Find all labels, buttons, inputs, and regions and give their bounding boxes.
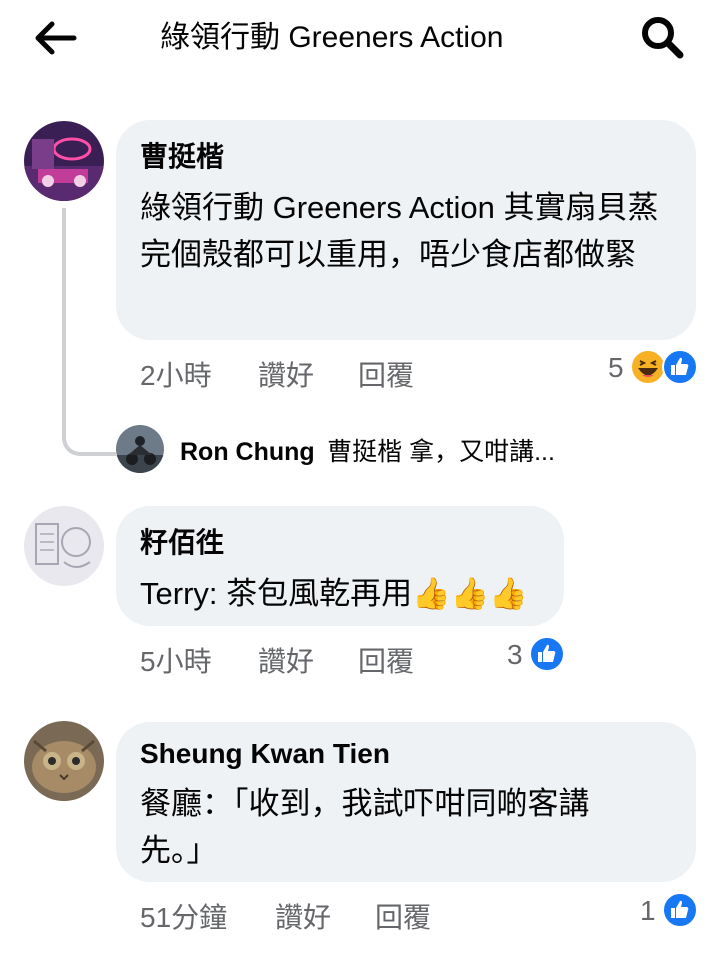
arrow-left-icon — [35, 21, 77, 55]
comment-text: 餐廳：「收到，我試吓咁同啲客講先。」 — [140, 786, 590, 868]
comment-time[interactable]: 2小時 — [140, 356, 212, 396]
reaction-count[interactable]: 1 — [640, 893, 656, 929]
search-button[interactable] — [636, 12, 690, 62]
avatar[interactable] — [24, 721, 104, 801]
back-button[interactable] — [30, 14, 80, 62]
comment-author[interactable]: 籽佰徃 — [140, 524, 224, 562]
thread-line — [62, 208, 116, 456]
comment-text: Terry: 茶包風乾再用👍👍👍 — [140, 576, 528, 611]
like-button[interactable]: 讚好 — [258, 356, 314, 396]
comment-time[interactable]: 5小時 — [140, 642, 212, 682]
comment-author[interactable]: Sheung Kwan Tien — [140, 735, 390, 773]
reaction-count[interactable]: 3 — [507, 637, 523, 673]
reply-author: Ron Chung — [180, 438, 315, 466]
page-title: 綠領行動 Greeners Action — [160, 21, 504, 54]
comment-text: 綠領行動 Greeners Action 其實扇貝蒸完個殼都可以重用，唔少食店都… — [140, 190, 659, 272]
haha-icon — [630, 349, 666, 385]
like-button[interactable]: 讚好 — [258, 642, 314, 682]
reply-button[interactable]: 回覆 — [358, 642, 414, 682]
like-icon — [529, 636, 565, 672]
avatar[interactable] — [24, 121, 104, 201]
like-icon — [662, 349, 698, 385]
avatar[interactable] — [116, 425, 164, 473]
reply-text: 曹挺楷 拿，又咁講... — [327, 438, 555, 466]
like-button[interactable]: 讚好 — [275, 898, 331, 938]
like-icon — [662, 892, 698, 928]
search-icon — [642, 17, 684, 59]
reaction-count[interactable]: 5 — [608, 350, 624, 386]
reply-preview[interactable]: Ron Chung 曹挺楷 拿，又咁講... — [180, 434, 700, 470]
top-bar: 綠領行動 Greeners Action — [0, 0, 720, 80]
reply-button[interactable]: 回覆 — [375, 898, 431, 938]
reply-button[interactable]: 回覆 — [358, 356, 414, 396]
avatar[interactable] — [24, 506, 104, 586]
comment-author[interactable]: 曹挺楷 — [140, 138, 224, 176]
comment-time[interactable]: 51分鐘 — [140, 898, 227, 938]
